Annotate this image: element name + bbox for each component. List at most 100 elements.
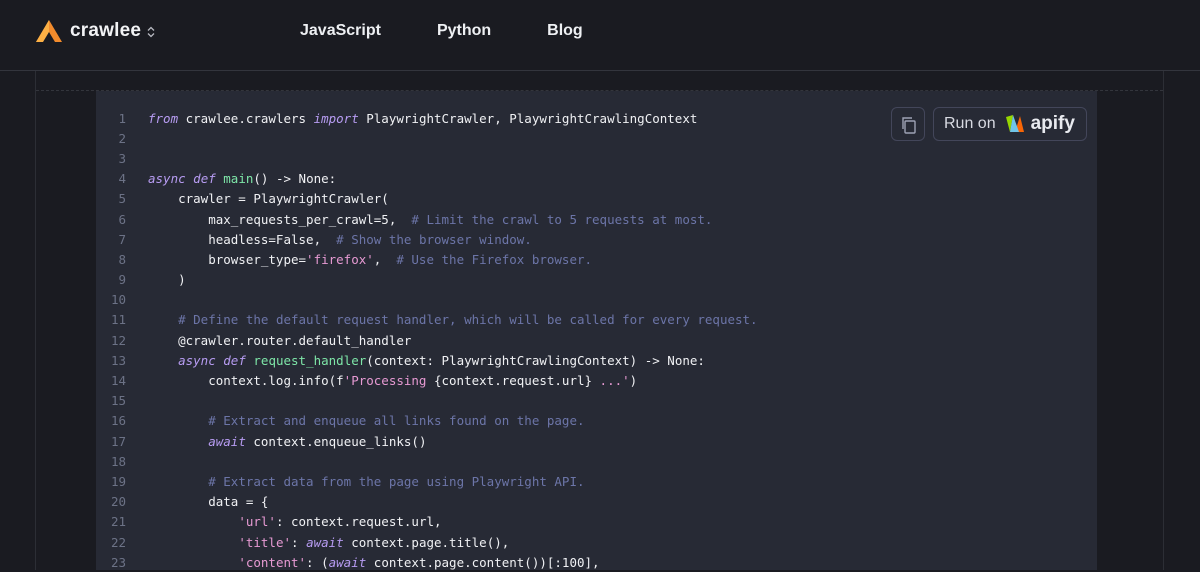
code-text: # Define the default request handler, wh… [148,312,757,327]
code-token: context.page.content())[:100], [366,554,600,570]
code-token: async [178,352,216,368]
line-number: 4 [118,171,126,187]
code-line: 5 crawler = PlaywrightCrawler( [96,189,1097,209]
line-number: 16 [110,413,126,429]
code-token: crawler = PlaywrightCrawler( [148,191,389,207]
code-line: 17 await context.enqueue_links() [96,431,1097,451]
code-token: async [148,171,186,187]
code-text: 'content': (await context.page.content()… [148,554,600,570]
nav-item-javascript[interactable]: JavaScript [300,22,381,40]
code-token: max_requests_per_crawl=5, [148,211,412,227]
run-on-apify-button[interactable]: Run on apify [933,107,1087,141]
top-navbar: crawlee JavaScript Python Blog [0,0,1200,71]
code-line: 13 async def request_handler(context: Pl… [96,350,1097,370]
code-token: 'Processing [343,373,434,389]
code-text: max_requests_per_crawl=5, # Limit the cr… [148,212,712,227]
code-line: 12 @crawler.router.default_handler [96,330,1097,350]
crawlee-logo-icon [36,20,62,42]
code-text: from crawlee.crawlers import PlaywrightC… [148,111,697,126]
nav-item-python[interactable]: Python [437,22,491,40]
code-line: 20 data = { [96,492,1097,512]
code-line: 22 'title': await context.page.title(), [96,532,1097,552]
line-number: 20 [110,494,126,510]
code-token: ) [629,373,638,389]
code-line: 10 [96,290,1097,310]
code-text: async def request_handler(context: Playw… [148,353,705,368]
nav-item-blog[interactable]: Blog [547,22,583,40]
code-token: , [373,251,397,267]
code-token: () -> None: [253,171,337,187]
code-token: PlaywrightCrawler, PlaywrightCrawlingCon… [358,110,698,126]
code-token: await [306,534,344,550]
code-line: 7 headless=False, # Show the browser win… [96,229,1097,249]
line-number: 21 [110,514,126,530]
code-token: ) [148,272,186,288]
code-block: 1 from crawlee.crawlers import Playwright… [96,91,1097,570]
code-token: crawlee.crawlers [178,110,314,126]
code-token: @crawler.router.default_handler [148,332,412,348]
line-number: 15 [110,393,126,409]
code-line: 19 # Extract data from the page using Pl… [96,471,1097,491]
code-text: crawler = PlaywrightCrawler( [148,191,389,206]
main-nav: JavaScript Python Blog [300,22,639,40]
code-token: ...' [592,373,630,389]
code-lines: 1 from crawlee.crawlers import Playwright… [96,108,1097,572]
code-token: 'url' [238,514,276,530]
brand-logo[interactable]: crawlee [34,17,155,45]
code-token: main [223,171,254,187]
line-number: 12 [110,332,126,348]
line-number: 23 [110,554,126,570]
code-text: async def main() -> None: [148,171,336,186]
run-on-label: Run on [944,115,996,132]
code-line: 11 # Define the default request handler,… [96,310,1097,330]
line-number: 22 [110,534,126,550]
code-text: @crawler.router.default_handler [148,333,411,348]
frame-border-left [35,71,36,570]
code-text: browser_type='firefox', # Use the Firefo… [148,252,592,267]
code-token: browser_type= [148,251,307,267]
code-token: 'firefox' [306,251,374,267]
code-line: 18 [96,451,1097,471]
code-text: 'title': await context.page.title(), [148,535,509,550]
line-number: 8 [118,251,126,267]
code-text: # Extract data from the page using Playw… [148,473,585,489]
code-token: def [193,171,216,187]
code-token: (context: PlaywrightCrawlingContext) -> … [366,352,705,368]
code-token: : [291,534,307,550]
code-line: 8 browser_type='firefox', # Use the Fire… [96,249,1097,269]
code-line: 9 ) [96,270,1097,290]
code-token: 'content' [238,554,307,570]
code-token: 'title' [238,534,291,550]
code-token: await [208,433,246,449]
code-line: 6 max_requests_per_crawl=5, # Limit the … [96,209,1097,229]
code-text: await context.enqueue_links() [148,434,426,449]
code-token: # Extract and enqueue all links found on… [208,413,585,429]
code-token: data = { [148,494,269,510]
code-text: # Extract and enqueue all links found on… [148,413,585,429]
apify-logo-icon [1005,115,1024,132]
code-token: # Extract data from the page using Playw… [208,473,585,489]
line-number: 13 [110,352,126,368]
code-token: context.enqueue_links() [245,433,427,449]
code-token: from [148,110,179,126]
code-line: 14 context.log.info(f'Processing {contex… [96,370,1097,390]
copy-icon [902,117,916,134]
code-token: # Show the browser window. [336,231,532,247]
code-text: context.log.info(f'Processing {context.r… [148,373,637,388]
line-number: 6 [118,211,126,227]
copy-code-button[interactable] [891,107,925,141]
code-token: await [328,554,367,570]
code-token: # Limit the crawl to 5 requests at most. [411,211,713,227]
code-token: context.log.info(f [148,373,344,389]
line-number: 7 [118,231,126,247]
code-token: : ( [306,554,329,570]
code-line: 16 # Extract and enqueue all links found… [96,411,1097,431]
code-token: request_handler [253,352,367,368]
